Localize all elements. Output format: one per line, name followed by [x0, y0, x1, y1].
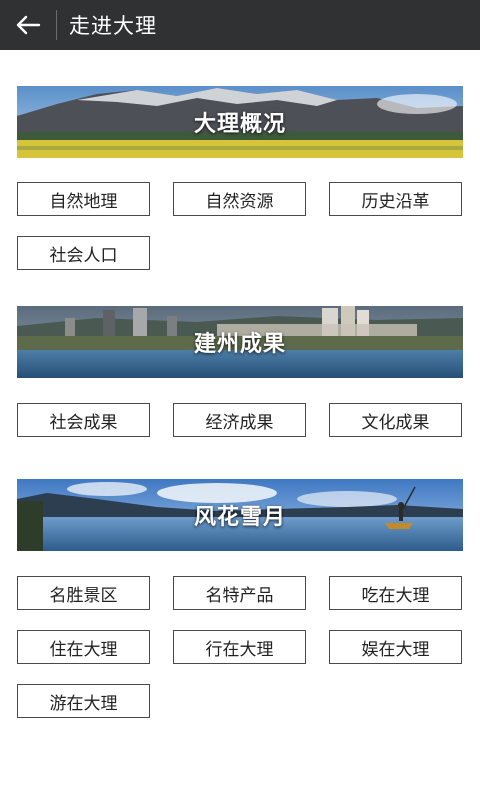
section-dali-overview: 大理概况 [17, 86, 463, 158]
button-stay-in-dali[interactable]: 住在大理 [17, 630, 150, 664]
banner-label: 建州成果 [193, 332, 286, 357]
header-divider [56, 10, 57, 40]
button-eat-in-dali[interactable]: 吃在大理 [329, 576, 462, 610]
banner-label: 大理概况 [193, 112, 286, 137]
button-specialty-products[interactable]: 名特产品 [173, 576, 306, 610]
banner-label: 风花雪月 [193, 505, 286, 530]
back-button[interactable] [0, 0, 56, 50]
banner-dali-overview[interactable]: 大理概况 [17, 86, 463, 158]
button-society-population[interactable]: 社会人口 [17, 236, 150, 270]
section-achievements: 建州成果 [17, 306, 463, 378]
top-bar: 走进大理 [0, 0, 480, 50]
page-title: 走进大理 [69, 14, 157, 38]
button-history[interactable]: 历史沿革 [329, 182, 462, 216]
button-travel-in-dali[interactable]: 行在大理 [173, 630, 306, 664]
section-wind-flower-snow-moon: 风花雪月 [17, 479, 463, 551]
button-cultural-achievements[interactable]: 文化成果 [329, 403, 462, 437]
back-arrow-icon [16, 15, 41, 35]
button-scenic-spots[interactable]: 名胜景区 [17, 576, 150, 610]
button-tour-in-dali[interactable]: 游在大理 [17, 684, 150, 718]
button-entertainment-in-dali[interactable]: 娱在大理 [329, 630, 462, 664]
button-economic-achievements[interactable]: 经济成果 [173, 403, 306, 437]
button-natural-resources[interactable]: 自然资源 [173, 182, 306, 216]
banner-achievements[interactable]: 建州成果 [17, 306, 463, 378]
banner-wind-flower-snow-moon[interactable]: 风花雪月 [17, 479, 463, 551]
button-natural-geography[interactable]: 自然地理 [17, 182, 150, 216]
button-social-achievements[interactable]: 社会成果 [17, 403, 150, 437]
